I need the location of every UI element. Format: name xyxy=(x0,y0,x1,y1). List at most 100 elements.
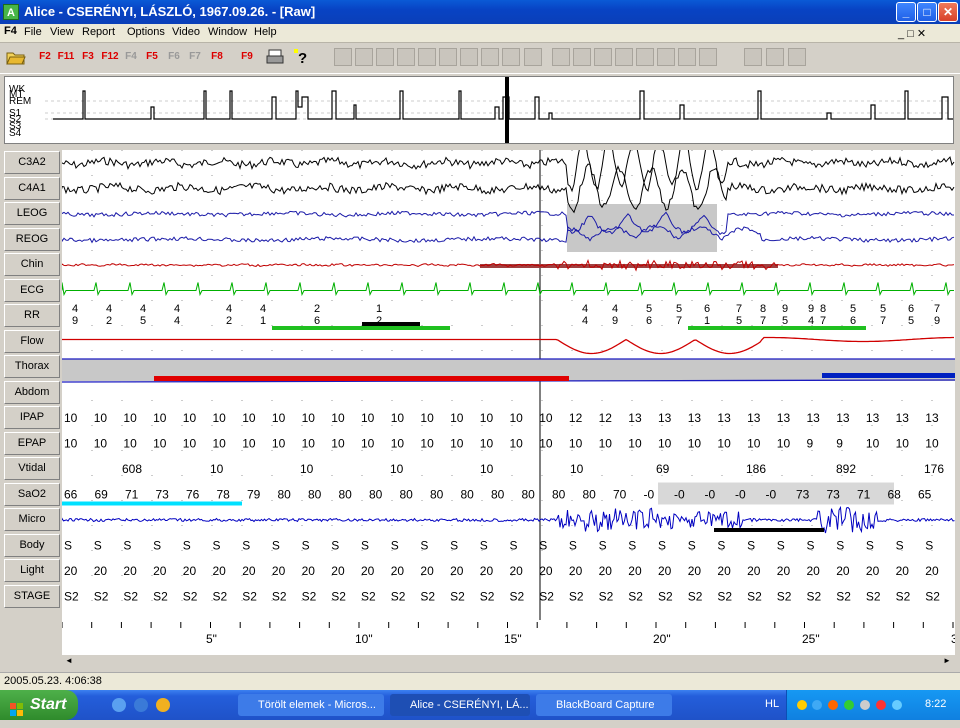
channel-label-abdom[interactable]: Abdom xyxy=(4,380,60,404)
toolbar-tool-button[interactable] xyxy=(573,48,591,66)
fkey-f2-button[interactable]: F2 xyxy=(34,48,56,66)
channel-label-ipap[interactable]: IPAP xyxy=(4,406,60,429)
toolbar-tool-button[interactable] xyxy=(552,48,570,66)
toolbar-tool-button[interactable] xyxy=(355,48,373,66)
thorax-event-marker xyxy=(154,376,569,381)
rr-value-bottom: 6 xyxy=(850,315,856,327)
light-value: 20 xyxy=(747,564,761,578)
help-question-icon[interactable]: ? xyxy=(292,48,312,67)
body-position-value: S xyxy=(688,539,696,553)
rr-value-top: 8 xyxy=(760,303,766,315)
fkey-f11-button[interactable]: F11 xyxy=(56,48,76,66)
menu-file[interactable]: File xyxy=(24,26,42,38)
toolbar-tool-button[interactable] xyxy=(481,48,499,66)
menu-view[interactable]: View xyxy=(50,26,74,38)
mdi-window-controls[interactable]: _ □ ✕ xyxy=(898,27,926,40)
toolbar-tool-button[interactable] xyxy=(678,48,696,66)
channel-label-reog[interactable]: REOG xyxy=(4,227,60,251)
rr-value-bottom: 9 xyxy=(72,315,78,327)
toolbar-tool-button[interactable] xyxy=(502,48,520,66)
stage-value: S2 xyxy=(658,590,673,604)
channel-label-c4a1[interactable]: C4A1 xyxy=(4,176,60,200)
channel-label-ecg[interactable]: ECG xyxy=(4,278,60,302)
task-deleted-items[interactable]: Törölt elemek - Micros... xyxy=(238,694,384,716)
minimize-button[interactable]: _ xyxy=(896,2,916,22)
rr-value-bottom: 5 xyxy=(736,315,742,327)
channel-label-flow[interactable]: Flow xyxy=(4,329,60,353)
toolbar-tool-button[interactable] xyxy=(744,48,762,66)
sao2-event-marker xyxy=(62,501,242,506)
toolbar-tool-button[interactable] xyxy=(460,48,478,66)
rr-value-bottom: 7 xyxy=(676,315,682,327)
time-tick-label: 30" xyxy=(951,632,955,646)
toolbar-tool-button[interactable] xyxy=(594,48,612,66)
channel-label-vtidal[interactable]: Vtidal xyxy=(4,457,60,480)
channel-label-stage[interactable]: STAGE xyxy=(4,584,60,608)
toolbar-tool-button[interactable] xyxy=(334,48,352,66)
scroll-left-icon[interactable]: ◄ xyxy=(62,656,76,668)
channel-label-c3a2[interactable]: C3A2 xyxy=(4,151,60,174)
start-button[interactable]: Start xyxy=(0,690,78,720)
fkey-f12-button[interactable]: F12 xyxy=(100,48,120,66)
menu-options[interactable]: Options xyxy=(127,26,165,38)
toolbar-tool-button[interactable] xyxy=(788,48,806,66)
toolbar-tool-button[interactable] xyxy=(524,48,542,66)
channel-label-thorax[interactable]: Thorax xyxy=(4,355,60,378)
epap-value: 10 xyxy=(717,437,731,451)
task-blackboard[interactable]: BlackBoard Capture xyxy=(536,694,672,716)
stage-value: S2 xyxy=(64,590,79,604)
ipap-value: 13 xyxy=(688,411,702,425)
tray-icons[interactable] xyxy=(795,698,911,712)
toolbar-tool-button[interactable] xyxy=(376,48,394,66)
rr-value-bottom: 6 xyxy=(646,315,652,327)
fkey-f6-button[interactable]: F6 xyxy=(164,48,184,66)
open-folder-icon[interactable] xyxy=(6,49,26,65)
menu-window[interactable]: Window xyxy=(208,26,247,38)
light-value: 20 xyxy=(599,564,613,578)
toolbar-tool-button[interactable] xyxy=(615,48,633,66)
fkey-f3-button[interactable]: F3 xyxy=(78,48,98,66)
language-indicator[interactable]: HL xyxy=(765,698,779,710)
ipap-value: 10 xyxy=(331,411,345,425)
hypnogram-panel[interactable]: WK MT REM S1 S2 S3 S4 xyxy=(4,76,960,144)
fkey-f7-button[interactable]: F7 xyxy=(185,48,205,66)
fkey-f9-button[interactable]: F9 xyxy=(236,48,258,66)
toolbar-tool-button[interactable] xyxy=(636,48,654,66)
channel-label-body[interactable]: Body xyxy=(4,533,60,557)
fkey-f5-button[interactable]: F5 xyxy=(142,48,162,66)
close-button[interactable]: ✕ xyxy=(938,2,958,22)
menu-video[interactable]: Video xyxy=(172,26,200,38)
channel-label-leog[interactable]: LEOG xyxy=(4,202,60,225)
signal-display[interactable]: 4942454442412612444956576175879594875657… xyxy=(61,132,960,655)
sao2-value: 80 xyxy=(400,488,414,502)
channel-label-rr[interactable]: RR xyxy=(4,304,60,327)
task-alice[interactable]: Alice - CSERÉNYI, LÁ... xyxy=(390,694,530,716)
menu-help[interactable]: Help xyxy=(254,26,277,38)
toolbar-tool-button[interactable] xyxy=(699,48,717,66)
app-icon[interactable]: A xyxy=(3,4,19,20)
epap-value: 10 xyxy=(658,437,672,451)
menu-report[interactable]: Report xyxy=(82,26,115,38)
light-value: 20 xyxy=(123,564,137,578)
toolbar-tool-button[interactable] xyxy=(397,48,415,66)
toolbar-tool-button[interactable] xyxy=(766,48,784,66)
sao2-value: 69 xyxy=(95,488,109,502)
quick-launch-icons[interactable] xyxy=(110,696,230,714)
channel-label-light[interactable]: Light xyxy=(4,559,60,582)
channel-label-epap[interactable]: EPAP xyxy=(4,431,60,455)
toolbar-tool-button[interactable] xyxy=(439,48,457,66)
toolbar-tool-button[interactable] xyxy=(657,48,675,66)
scroll-right-icon[interactable]: ► xyxy=(940,656,954,668)
light-value: 20 xyxy=(94,564,108,578)
maximize-button[interactable]: □ xyxy=(917,2,937,22)
fkey-f8-button[interactable]: F8 xyxy=(206,48,228,66)
print-icon[interactable] xyxy=(265,48,285,66)
channel-label-micro[interactable]: Micro xyxy=(4,508,60,531)
horizontal-scrollbar[interactable] xyxy=(4,655,954,669)
fkey-f4-button[interactable]: F4 xyxy=(121,48,141,66)
channel-label-sao2[interactable]: SaO2 xyxy=(4,482,60,506)
sao2-value: 80 xyxy=(369,488,383,502)
toolbar-tool-button[interactable] xyxy=(418,48,436,66)
light-value: 20 xyxy=(272,564,286,578)
channel-label-chin[interactable]: Chin xyxy=(4,253,60,276)
